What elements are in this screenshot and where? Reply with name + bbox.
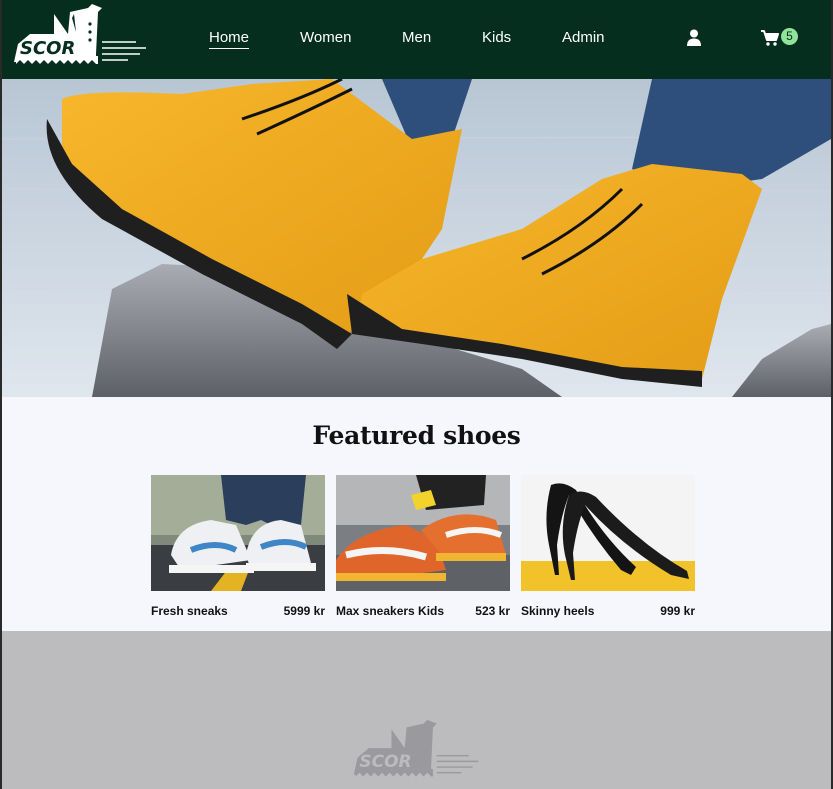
product-card[interactable]: Max sneakers Kids 523 kr	[336, 475, 510, 624]
product-card[interactable]: Fresh sneaks 5999 kr	[151, 475, 325, 624]
product-image[interactable]	[151, 475, 325, 591]
nav-kids[interactable]: Kids	[482, 29, 511, 47]
product-name[interactable]: Max sneakers Kids	[336, 604, 444, 618]
nav-men[interactable]: Men	[402, 29, 431, 47]
product-price: 5999 kr	[283, 604, 325, 618]
site-footer: SCOR	[2, 631, 831, 789]
product-card[interactable]: Skinny heels 999 kr	[521, 475, 695, 624]
shopping-cart-icon[interactable]	[761, 30, 779, 46]
page: SCOR Home Women Men Kids Admin 5 Feature…	[2, 0, 831, 789]
product-price: 999 kr	[660, 604, 695, 618]
svg-text:SCOR: SCOR	[20, 38, 75, 59]
nav-home[interactable]: Home	[209, 29, 250, 49]
footer-logo[interactable]: SCOR	[350, 719, 482, 783]
site-header: SCOR Home Women Men Kids Admin 5	[2, 0, 831, 79]
product-image[interactable]	[521, 475, 695, 591]
cart-count-badge: 5	[781, 28, 798, 45]
svg-text:SCOR: SCOR	[359, 752, 411, 772]
hero-image	[2, 79, 831, 397]
brand-logo[interactable]: SCOR	[10, 4, 150, 70]
product-name[interactable]: Skinny heels	[521, 604, 594, 618]
product-name[interactable]: Fresh sneaks	[151, 604, 228, 618]
nav-women[interactable]: Women	[300, 29, 351, 47]
nav-admin[interactable]: Admin	[562, 29, 605, 47]
product-price: 523 kr	[475, 604, 510, 618]
featured-title: Featured shoes	[312, 421, 521, 450]
user-icon[interactable]	[686, 29, 702, 46]
product-image[interactable]	[336, 475, 510, 591]
